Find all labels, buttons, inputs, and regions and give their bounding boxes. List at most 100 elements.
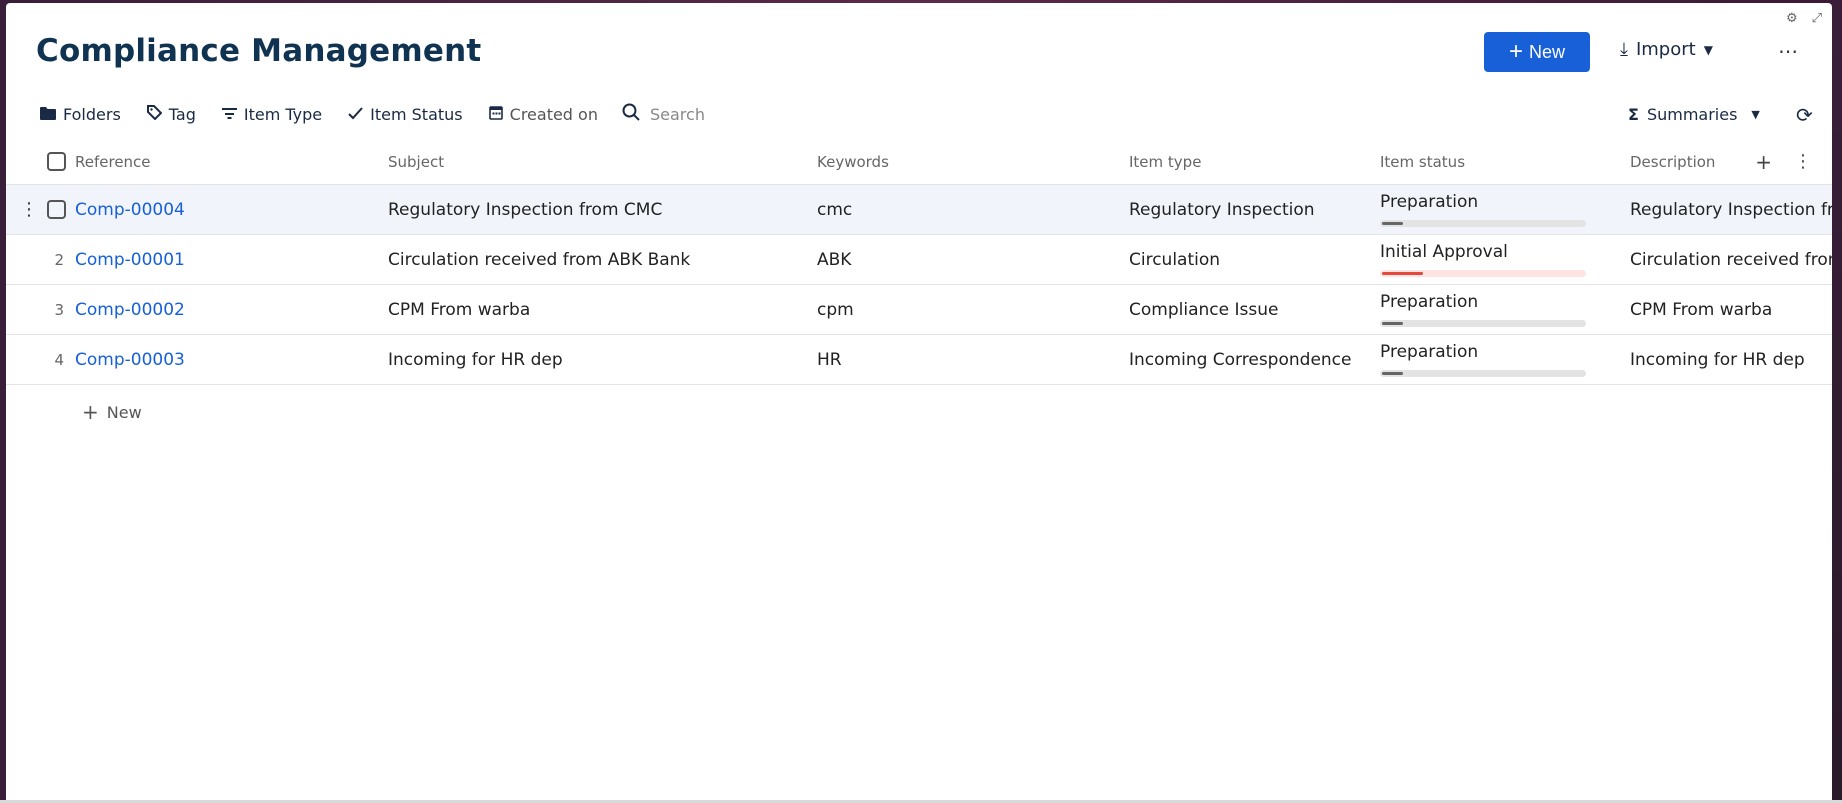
new-button-label: New	[1529, 41, 1566, 62]
table-row[interactable]: 2 Comp-00001 Circulation received from A…	[6, 235, 1832, 285]
row-number: 2	[54, 250, 64, 269]
app-window: ⚙ ⤢ Compliance Management + New ⤓ Import…	[6, 3, 1832, 803]
item-type-cell: Circulation	[1129, 249, 1221, 270]
tag-label: Tag	[168, 104, 196, 124]
add-new-row-label: New	[106, 402, 142, 422]
import-label: Import	[1635, 39, 1696, 60]
item-status-cell: Initial Approval	[1380, 235, 1620, 284]
folders-label: Folders	[63, 104, 121, 124]
subject-cell: Circulation received from ABK Bank	[388, 249, 691, 270]
folder-icon	[40, 105, 56, 124]
page-title: Compliance Management	[36, 33, 482, 69]
reference-link[interactable]: Comp-00001	[75, 250, 185, 270]
tag-filter[interactable]: Tag	[146, 104, 196, 124]
checkmark-icon	[348, 105, 363, 124]
select-all-checkbox-wrap	[47, 139, 66, 184]
column-header-item-type[interactable]: Item type	[1129, 139, 1379, 184]
row-number: 4	[54, 350, 64, 369]
import-button[interactable]: ⤓ Import ▼	[1620, 39, 1713, 60]
calendar-icon	[488, 105, 503, 124]
keywords-cell: cpm	[817, 299, 854, 320]
search-input[interactable]: Search	[650, 105, 705, 124]
table-row[interactable]: 4 Comp-00003 Incoming for HR dep HR Inco…	[6, 335, 1832, 385]
item-type-cell: Compliance Issue	[1129, 299, 1279, 320]
table-header-row: Reference Subject Keywords Item type Ite…	[6, 139, 1832, 185]
reference-cell: Comp-00001	[75, 235, 375, 284]
status-label: Preparation	[1380, 192, 1479, 212]
tag-icon	[146, 104, 163, 124]
reference-link[interactable]: Comp-00004	[75, 200, 185, 220]
select-all-checkbox[interactable]	[47, 152, 66, 171]
created-on-label: Created on	[509, 104, 598, 124]
subject-cell: Incoming for HR dep	[388, 349, 563, 370]
keywords-cell: HR	[817, 349, 842, 370]
item-status-cell: Preparation	[1380, 285, 1620, 334]
column-header-item-status-label: Item status	[1380, 152, 1466, 171]
reference-cell: Comp-00004	[75, 185, 375, 234]
status-progress-fill	[1382, 372, 1403, 375]
created-on-filter[interactable]: Created on	[488, 104, 598, 124]
caret-down-icon: ▼	[1751, 108, 1760, 121]
status-progress-bar	[1380, 370, 1586, 377]
reference-link[interactable]: Comp-00003	[75, 350, 185, 370]
filter-icon	[221, 105, 237, 124]
description-cell: Incoming for HR dep	[1630, 349, 1805, 370]
status-progress-fill	[1382, 272, 1423, 275]
reference-link[interactable]: Comp-00002	[75, 300, 185, 320]
item-type-label: Item Type	[243, 104, 323, 124]
reference-cell: Comp-00002	[75, 285, 375, 334]
description-cell: Circulation received from ABK Bank	[1630, 249, 1832, 270]
item-status-cell: Preparation	[1380, 185, 1620, 234]
add-new-row-button[interactable]: + New	[82, 400, 142, 424]
table-row[interactable]: 3 Comp-00002 CPM From warba cpm Complian…	[6, 285, 1832, 335]
column-header-subject[interactable]: Subject	[388, 139, 808, 184]
reference-cell: Comp-00003	[75, 335, 375, 384]
summaries-button[interactable]: Σ Summaries ▼	[1628, 105, 1760, 124]
settings-gear-icon[interactable]: ⚙	[1786, 11, 1798, 26]
status-label: Initial Approval	[1380, 242, 1508, 262]
column-menu-icon[interactable]: ⋮	[1794, 151, 1812, 172]
status-progress-bar	[1380, 220, 1586, 227]
add-column-icon[interactable]: +	[1755, 150, 1772, 174]
column-header-item-status[interactable]: Item status	[1380, 139, 1620, 184]
search-box[interactable]: Search	[622, 103, 705, 125]
new-button[interactable]: + New	[1484, 32, 1590, 72]
item-type-cell: Incoming Correspondence	[1129, 349, 1352, 370]
window-corner-controls: ⚙ ⤢	[1786, 11, 1822, 26]
sigma-icon: Σ	[1628, 105, 1639, 124]
status-progress-fill	[1382, 222, 1403, 225]
subject-cell: CPM From warba	[388, 299, 531, 320]
download-icon: ⤓	[1620, 39, 1628, 60]
item-status-cell: Preparation	[1380, 335, 1620, 384]
description-cell: CPM From warba	[1630, 299, 1773, 320]
status-progress-bar	[1380, 270, 1586, 277]
item-type-filter[interactable]: Item Type	[221, 104, 323, 124]
item-type-cell: Regulatory Inspection	[1129, 199, 1315, 220]
row-checkbox[interactable]	[47, 200, 66, 219]
filter-toolbar: Folders Tag Item Type Item Status Create…	[40, 103, 705, 125]
expand-icon[interactable]: ⤢	[1812, 11, 1822, 26]
header-actions: + ⋮	[1755, 139, 1812, 184]
row-menu-icon[interactable]: ⋮	[20, 185, 38, 234]
refresh-icon[interactable]: ⟳	[1796, 103, 1813, 127]
more-options-button[interactable]: ⋯	[1778, 39, 1800, 63]
column-header-reference[interactable]: Reference	[75, 139, 375, 184]
data-grid: Reference Subject Keywords Item type Ite…	[6, 139, 1832, 385]
search-icon	[622, 103, 640, 125]
column-header-keywords[interactable]: Keywords	[817, 139, 1117, 184]
status-progress-bar	[1380, 320, 1586, 327]
description-cell: Regulatory Inspection from CMC	[1630, 199, 1832, 220]
row-checkbox-wrap	[47, 185, 66, 234]
folders-filter[interactable]: Folders	[40, 105, 121, 124]
item-status-filter[interactable]: Item Status	[348, 105, 463, 124]
row-number: 3	[54, 300, 64, 319]
table-row[interactable]: ⋮ Comp-00004 Regulatory Inspection from …	[6, 185, 1832, 235]
summaries-label: Summaries	[1646, 105, 1738, 124]
status-label: Preparation	[1380, 292, 1479, 312]
table-body: ⋮ Comp-00004 Regulatory Inspection from …	[6, 185, 1832, 385]
status-label: Preparation	[1380, 342, 1479, 362]
keywords-cell: cmc	[817, 199, 853, 220]
plus-icon: +	[1508, 38, 1523, 65]
item-status-label: Item Status	[370, 104, 463, 124]
keywords-cell: ABK	[817, 249, 852, 270]
